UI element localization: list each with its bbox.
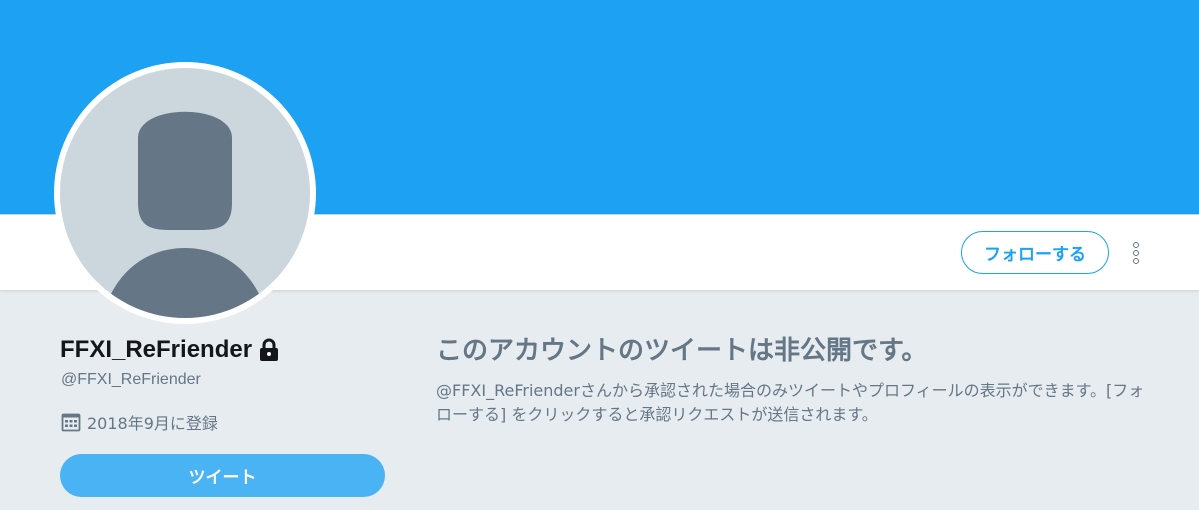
lock-icon [260,338,279,361]
more-options-button[interactable] [1124,237,1148,269]
vertical-dots-icon [1133,250,1139,256]
follow-button[interactable]: フォローする [961,231,1109,274]
join-date: 2018年9月に登録 [61,410,218,434]
join-date-text: 2018年9月に登録 [87,414,218,433]
default-avatar-icon [60,68,310,318]
tweet-button[interactable]: ツイート [60,454,385,497]
profile-name[interactable]: FFXI_ReFriender [60,336,280,364]
protected-account-title: このアカウントのツイートは非公開です。 [436,336,928,366]
protected-account-message: @FFXI_ReFrienderさんから承認された場合のみツイートやプロフィール… [436,381,1145,424]
calendar-icon [61,413,81,432]
profile-page: フォローする FFXI_ReFriender @FFXI_ReFriender [0,0,1199,510]
vertical-dots-icon [1133,258,1139,264]
avatar[interactable] [54,62,316,324]
screen-name: @FFXI_ReFriender [61,371,201,388]
vertical-dots-icon [1133,242,1139,248]
profile-name-text[interactable]: FFXI_ReFriender [60,336,252,364]
